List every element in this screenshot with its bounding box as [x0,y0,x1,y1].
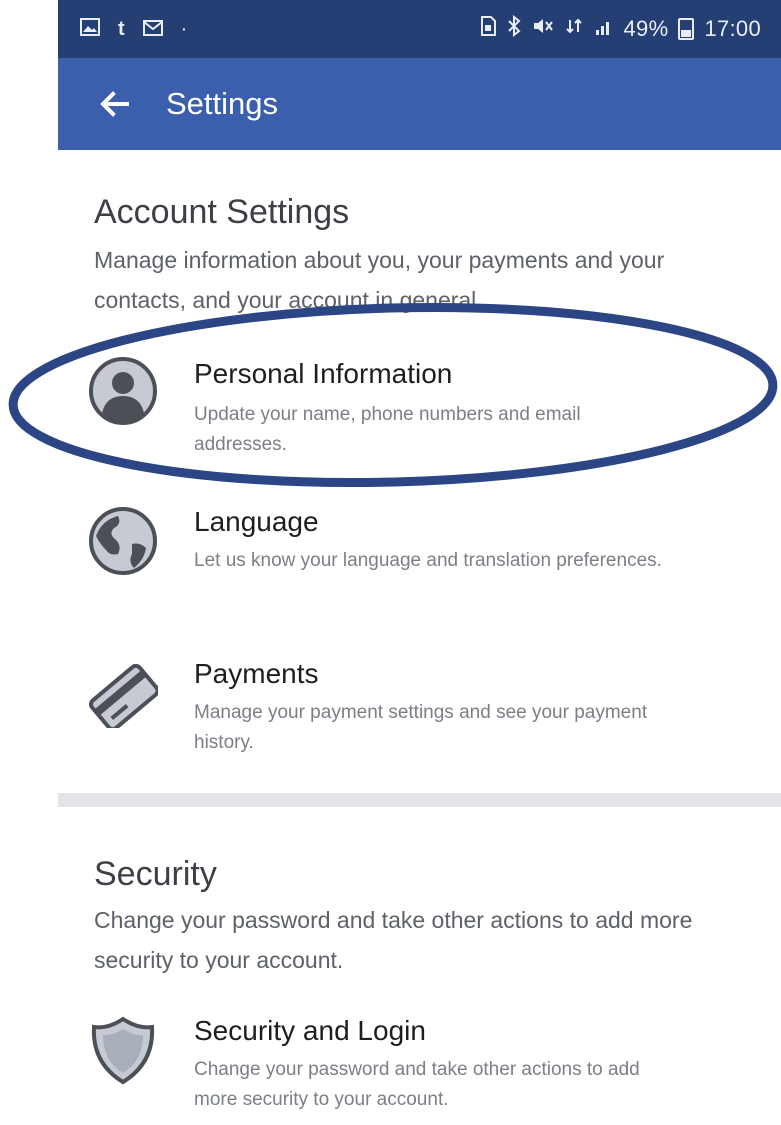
sim-icon [480,16,496,42]
left-margin [0,0,58,1123]
status-left-icons: t · [58,16,187,42]
status-bar: t · 49% 17:00 [58,0,781,58]
page-title: Settings [166,86,278,122]
dot-icon: · [181,19,188,39]
security-and-login-item[interactable]: Security and Login Change your password … [86,1015,766,1125]
shield-icon [88,1015,158,1085]
payments-item[interactable]: Payments Manage your payment settings an… [86,658,766,768]
tumblr-icon: t [118,19,125,39]
mute-icon [532,16,554,42]
signal-icon [594,16,614,42]
section-divider [58,793,781,807]
image-icon [80,16,100,42]
battery-percent: 49% [624,16,669,42]
personal-information-description: Update your name, phone numbers and emai… [194,400,674,460]
arrow-left-icon [99,91,129,117]
language-title: Language [194,506,319,538]
language-description: Let us know your language and translatio… [194,546,674,576]
battery-icon [678,18,694,40]
account-settings-heading: Account Settings [94,193,349,232]
account-settings-description: Manage information about you, your payme… [94,240,754,320]
personal-information-item[interactable]: Personal Information Update your name, p… [86,356,766,466]
network-4g-icon [564,16,584,42]
person-icon [88,356,158,426]
payments-title: Payments [194,658,319,690]
status-right-icons: 49% 17:00 [480,15,781,43]
mail-icon [143,16,163,42]
credit-card-icon [88,658,158,728]
language-item[interactable]: Language Let us know your language and t… [86,506,766,616]
app-bar: Settings [58,58,781,150]
clock: 17:00 [704,16,761,42]
globe-icon [88,506,158,576]
security-and-login-description: Change your password and take other acti… [194,1055,674,1115]
bluetooth-icon [506,15,522,43]
back-button[interactable] [94,84,134,124]
security-and-login-title: Security and Login [194,1015,426,1047]
personal-information-title: Personal Information [194,358,452,390]
security-description: Change your password and take other acti… [94,900,754,980]
security-heading: Security [94,855,217,894]
payments-description: Manage your payment settings and see you… [194,698,674,758]
